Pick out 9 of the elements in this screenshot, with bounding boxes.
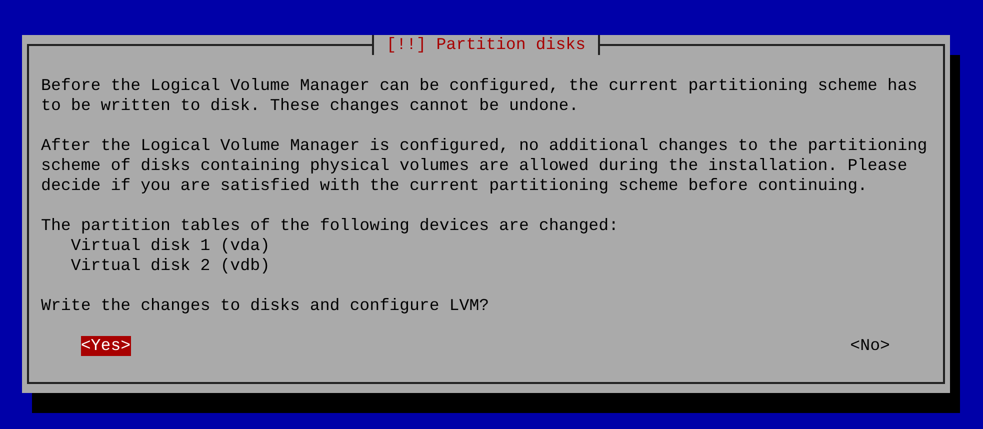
message-paragraph: After the Logical Volume Manager is configured, no additional changes to the partitioning scheme of disks containing physical volumes are allowed during the installation. Please decide if you are satisfied with the current partitioning scheme before continuing. <box>41 136 928 196</box>
message-paragraph: Before the Logical Volume Manager can be configured, the current partitioning scheme has to be written to disk. These changes cannot be undone. <box>41 76 918 116</box>
dialog-button[interactable]: <No> <box>850 336 890 356</box>
device-item: Virtual disk 1 (vda) <box>70 236 270 256</box>
question-text: Write the changes to disks and configure LVM? <box>41 296 490 316</box>
dialog-button[interactable]: <Yes> <box>80 336 131 356</box>
dialog-title: [!!] Partition disks <box>372 35 600 55</box>
devices-heading: The partition tables of the following devices are changed: <box>41 216 620 236</box>
device-item: Virtual disk 2 (vdb) <box>70 256 270 276</box>
